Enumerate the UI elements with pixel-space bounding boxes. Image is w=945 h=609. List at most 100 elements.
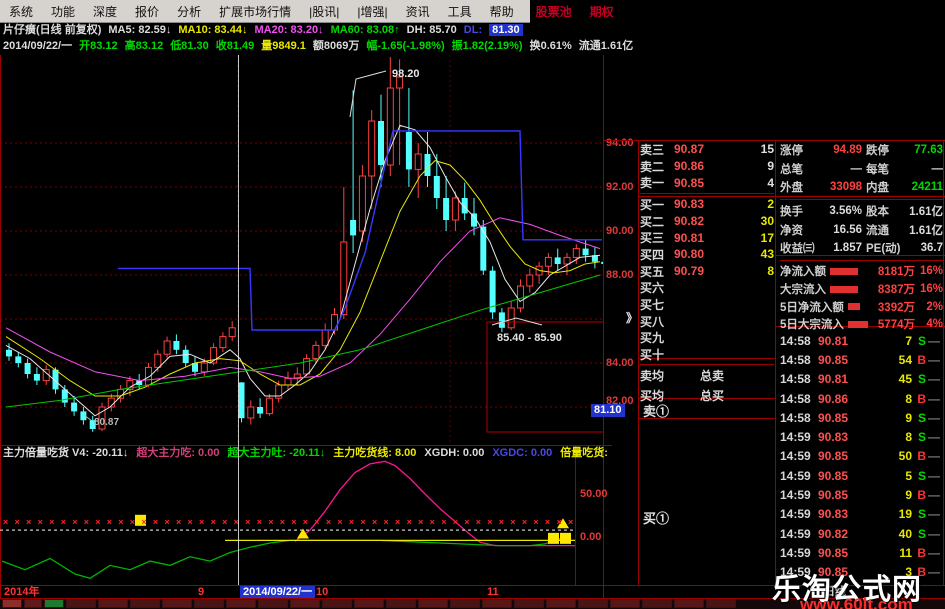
- toolbar-tab[interactable]: [418, 599, 448, 608]
- svg-text:×: ×: [199, 517, 204, 527]
- buy-queue-label[interactable]: 买①: [643, 508, 669, 527]
- menu-item[interactable]: 帮助: [481, 3, 523, 20]
- info-token: MA5: 82.59↓: [108, 24, 172, 36]
- tick-row: 14:58 90.85 9 S —: [780, 410, 940, 425]
- info-token: 2014/09/22/一: [3, 40, 73, 52]
- order-row[interactable]: 买九: [640, 330, 774, 347]
- svg-text:×: ×: [222, 517, 227, 527]
- menu-item-highlight[interactable]: 期权: [581, 3, 623, 20]
- svg-text:×: ×: [522, 517, 527, 527]
- order-row[interactable]: 买十: [640, 346, 774, 363]
- fund-flow-row: 大宗流入 8387万 16%: [780, 283, 943, 297]
- menu-item[interactable]: 功能: [42, 3, 84, 20]
- svg-text:×: ×: [15, 517, 20, 527]
- svg-text:×: ×: [303, 517, 308, 527]
- main-candlestick-chart[interactable]: 98.20 85.40 - 85.90 80.87: [0, 55, 603, 445]
- order-row[interactable]: 卖三 90.87 15: [640, 141, 774, 158]
- toolbar-tab[interactable]: [66, 599, 96, 608]
- info-token: 超大主力吐: -20.11↓: [227, 447, 326, 459]
- stats-panel: 涨停 94.89 跌停 77.63 总笔 — 每笔 — 外盘 33098 内盘 24211 换手 3.56…: [780, 141, 943, 333]
- order-row[interactable]: 买二 90.82 30: [640, 213, 774, 230]
- toolbar-tab[interactable]: [258, 599, 288, 608]
- selected-date-label: 2014/09/22/一: [240, 586, 316, 598]
- menu-item-highlight[interactable]: 股票池: [527, 3, 581, 20]
- price-axis-label: 92.00: [606, 181, 634, 193]
- toolbar-tab[interactable]: [546, 599, 576, 608]
- order-row[interactable]: 买五 90.79 8: [640, 263, 774, 280]
- svg-text:×: ×: [38, 517, 43, 527]
- stat-row: 涨停 94.89 跌停 77.63: [780, 144, 943, 158]
- tick-row: 14:58 90.86 8 B —: [780, 391, 940, 406]
- order-row[interactable]: 买四 90.80 43: [640, 246, 774, 263]
- stat-row: 外盘 33098 内盘 24211: [780, 181, 943, 195]
- svg-text:×: ×: [291, 517, 296, 527]
- menubar: 系统 功能 深度 报价 分析 扩展市场行情 |股讯| |增强| 资讯 工具 帮助 股票池 期权: [0, 0, 614, 23]
- svg-text:×: ×: [510, 517, 515, 527]
- toolbar-tab[interactable]: [450, 599, 480, 608]
- svg-text:×: ×: [61, 517, 66, 527]
- tick-row: 14:59 90.85 50 B —: [780, 449, 940, 464]
- toolbar-tab[interactable]: [642, 599, 672, 608]
- toolbar-tab[interactable]: [226, 599, 256, 608]
- svg-text:×: ×: [188, 517, 193, 527]
- toolbar-tab[interactable]: [44, 599, 64, 608]
- svg-text:×: ×: [533, 517, 538, 527]
- order-row[interactable]: 卖一 90.85 4: [640, 174, 774, 191]
- order-row[interactable]: 买八: [640, 313, 774, 330]
- order-row[interactable]: 卖二 90.86 9: [640, 158, 774, 175]
- toolbar-tab[interactable]: [98, 599, 128, 608]
- svg-text:×: ×: [326, 517, 331, 527]
- info-token: MA60: 83.08↑: [330, 24, 400, 36]
- svg-text:×: ×: [84, 517, 89, 527]
- menu-item[interactable]: 扩展市场行情: [210, 3, 300, 20]
- tick-list: 14:58 90.81 7 S — 14:58 90.85 54 B — 14:58 90.81 45 S…: [780, 331, 940, 582]
- svg-text:×: ×: [164, 517, 169, 527]
- menu-item[interactable]: 工具: [439, 3, 481, 20]
- sell-queue-label[interactable]: 卖①: [643, 401, 669, 420]
- stat-row: 净资 16.56 流通 1.61亿: [780, 223, 943, 237]
- svg-text:×: ×: [395, 517, 400, 527]
- order-row[interactable]: 买六: [640, 280, 774, 297]
- toolbar-tab[interactable]: [290, 599, 320, 608]
- stock-info-line: 片仔癀(日线 前复权) MA5: 82.59↓ MA10: 83.44↓ MA20: …: [3, 23, 633, 38]
- menu-item[interactable]: 资讯: [397, 3, 439, 20]
- order-row[interactable]: 买一 90.83 2: [640, 196, 774, 213]
- toolbar-tab[interactable]: [706, 599, 736, 608]
- info-token: 超大主力吃: 0.00: [136, 447, 220, 459]
- menu-item[interactable]: |股讯|: [300, 3, 348, 20]
- svg-text:98.20: 98.20: [392, 68, 420, 80]
- menu-item[interactable]: 报价: [126, 3, 168, 20]
- tick-row: 14:59 90.85 9 B —: [780, 488, 940, 503]
- order-row[interactable]: 买三 90.81 17: [640, 229, 774, 246]
- order-row[interactable]: 买七: [640, 296, 774, 313]
- indicator-chart[interactable]: × × × × × × × × × × × × × × × × × × × × × × × × × × × × × × × × × × × × × × × ×…: [0, 460, 575, 585]
- indicator-axis-label: 0.00: [580, 531, 602, 543]
- tick-row: 14:59 90.82 40 S —: [780, 526, 940, 541]
- menu-item[interactable]: |增强|: [348, 3, 396, 20]
- menu-item[interactable]: 分析: [168, 3, 210, 20]
- toolbar-tab[interactable]: [386, 599, 416, 608]
- svg-text:×: ×: [3, 517, 8, 527]
- svg-text:×: ×: [557, 517, 562, 527]
- menu-item[interactable]: 系统: [0, 3, 42, 20]
- toolbar-tab[interactable]: [610, 599, 640, 608]
- menu-item[interactable]: 深度: [84, 3, 126, 20]
- toolbar-tab[interactable]: [514, 599, 544, 608]
- svg-text:85.40 - 85.90: 85.40 - 85.90: [497, 332, 562, 344]
- tick-row: 14:58 90.81 7 S —: [780, 333, 940, 348]
- toolbar-tab[interactable]: [482, 599, 512, 608]
- toolbar-tab[interactable]: [322, 599, 352, 608]
- svg-text:×: ×: [26, 517, 31, 527]
- toolbar-tab[interactable]: [354, 599, 384, 608]
- panel-expander-icon[interactable]: 》: [626, 309, 638, 326]
- tick-row: 14:58 90.81 45 S —: [780, 372, 940, 387]
- toolbar-tab[interactable]: [162, 599, 192, 608]
- toolbar-tab[interactable]: [2, 599, 22, 608]
- svg-text:80.87: 80.87: [94, 417, 119, 428]
- toolbar-tab[interactable]: [674, 599, 704, 608]
- toolbar-tab[interactable]: [24, 599, 42, 608]
- svg-text:×: ×: [545, 517, 550, 527]
- toolbar-tab[interactable]: [130, 599, 160, 608]
- toolbar-tab[interactable]: [578, 599, 608, 608]
- toolbar-tab[interactable]: [194, 599, 224, 608]
